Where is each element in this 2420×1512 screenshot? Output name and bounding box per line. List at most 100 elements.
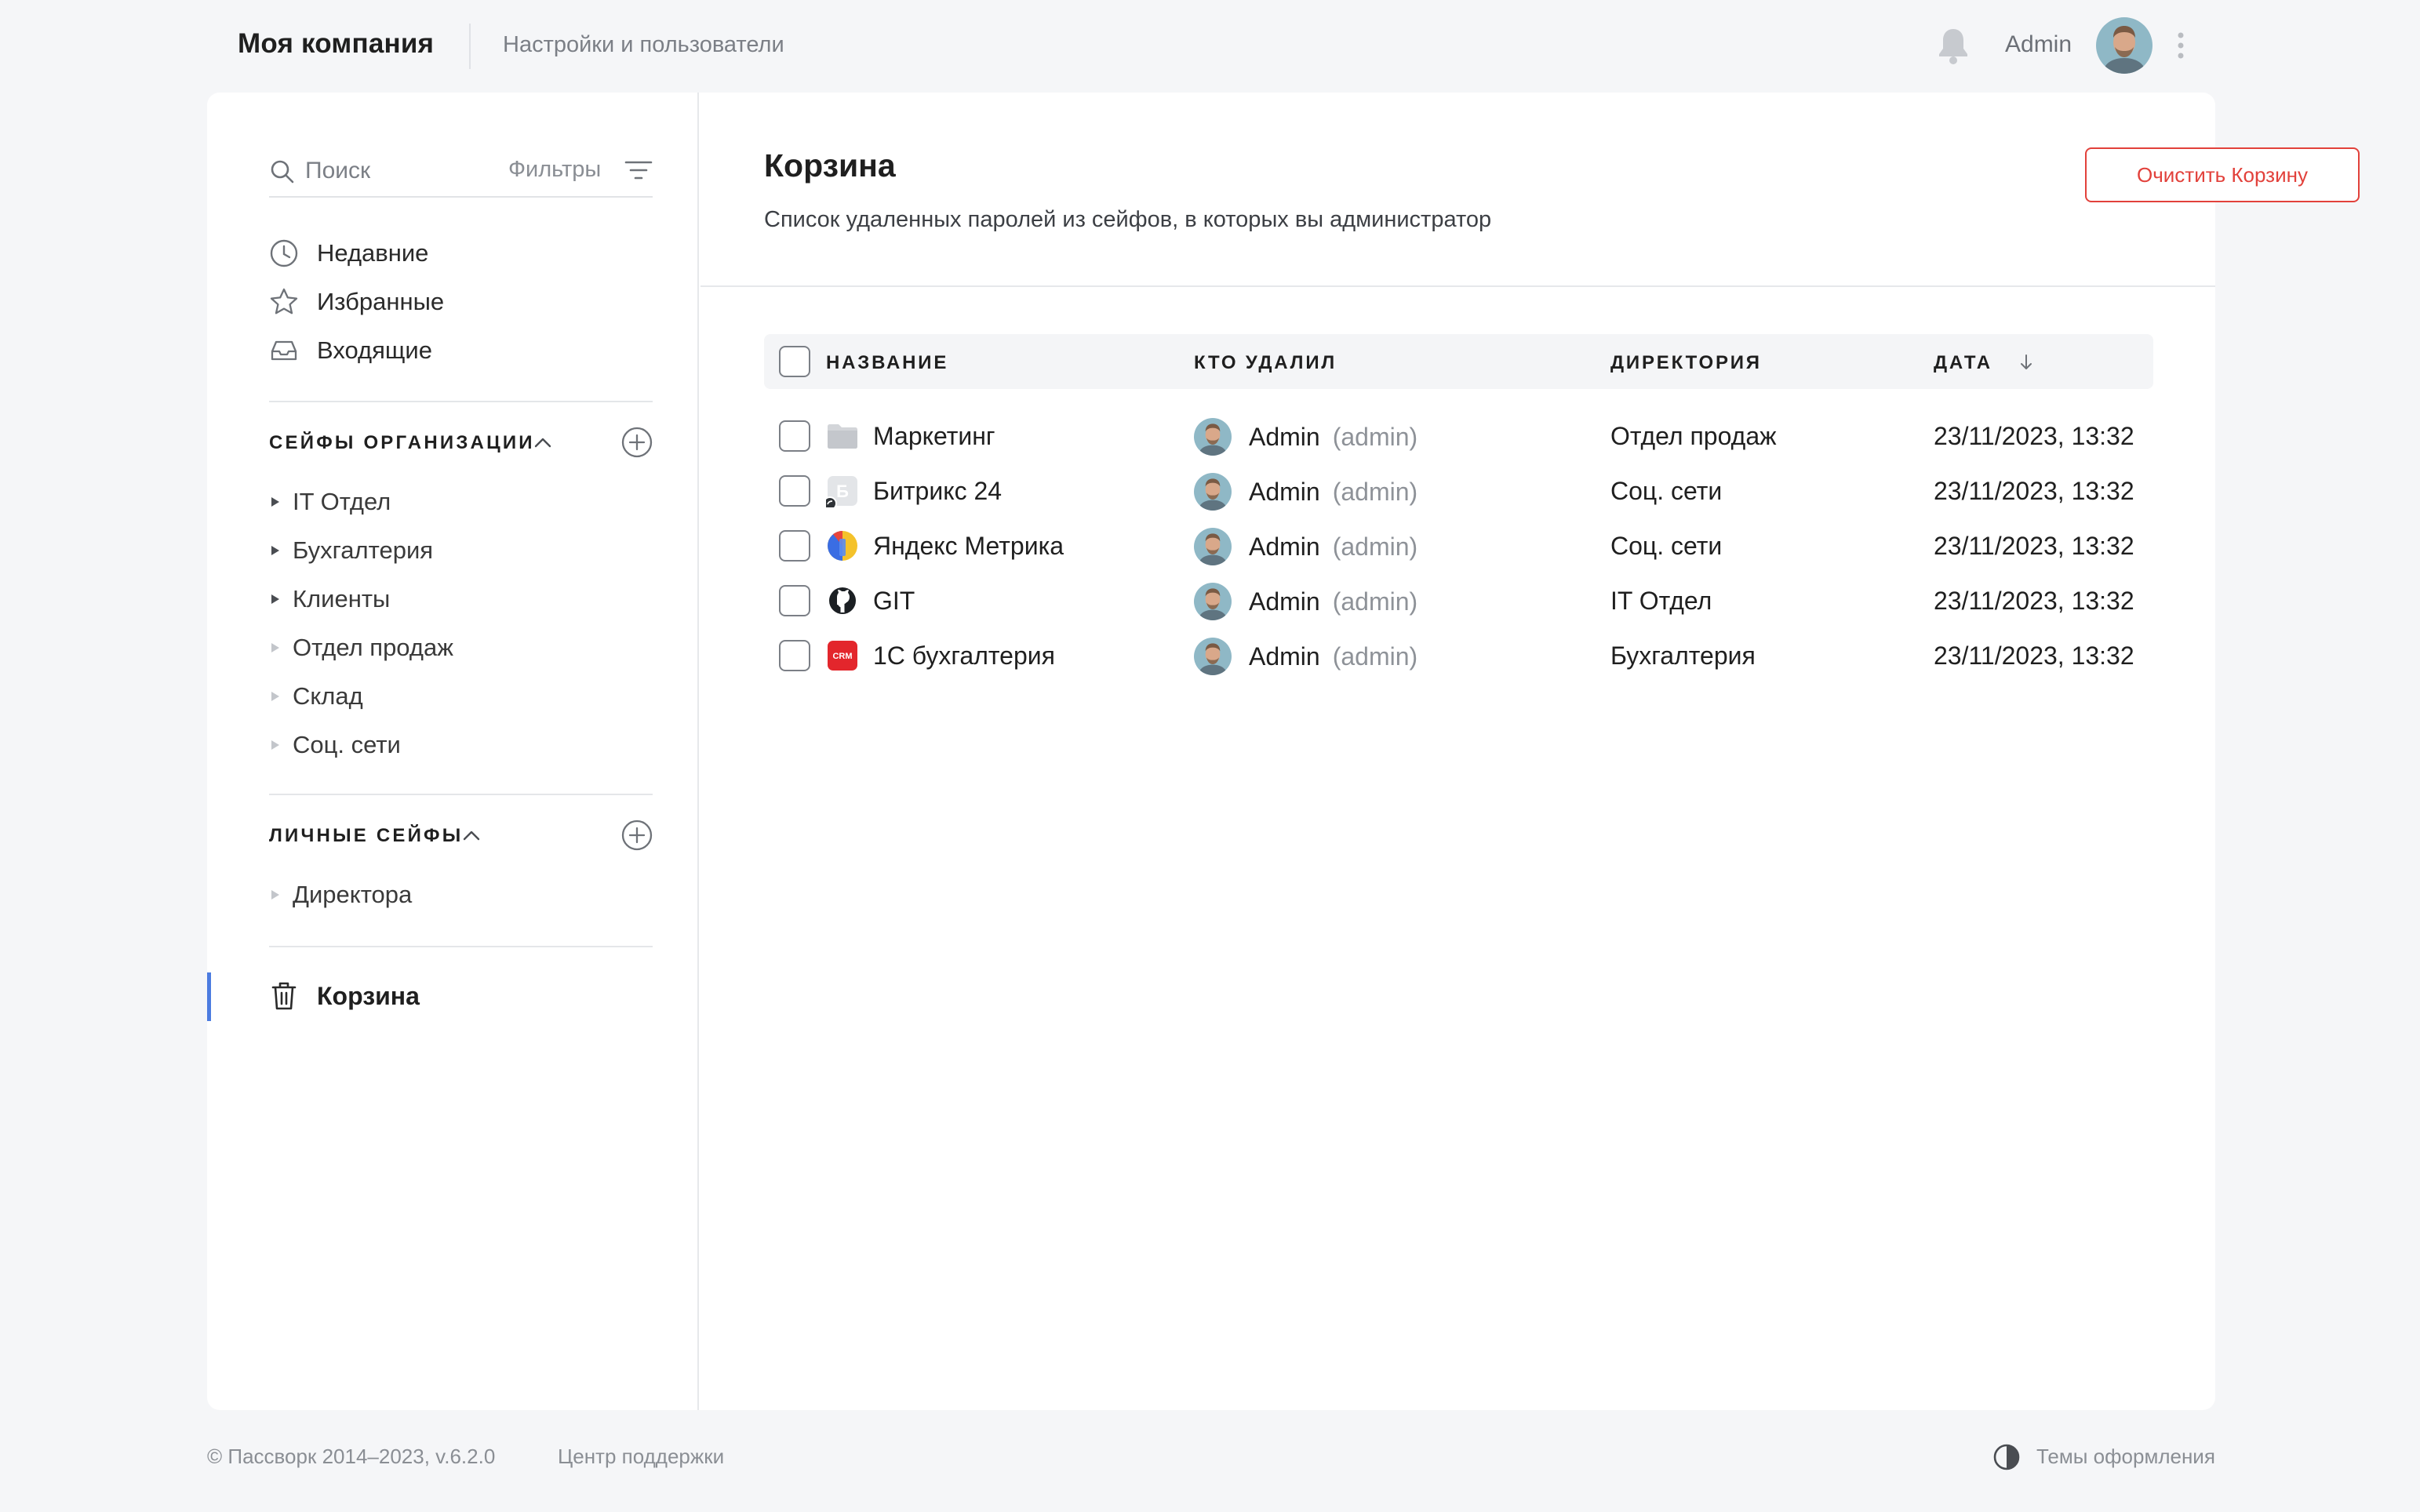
cell-deleted-by: Admin (admin) xyxy=(1194,638,1418,675)
user-login: (admin) xyxy=(1332,532,1418,561)
sidebar-item-trash[interactable]: Корзина xyxy=(269,974,420,1018)
expand-arrow-icon[interactable] xyxy=(269,495,282,509)
filter-icon[interactable] xyxy=(624,158,653,182)
content-divider xyxy=(701,285,2215,287)
expand-arrow-icon[interactable] xyxy=(269,592,282,606)
row-checkbox[interactable] xyxy=(779,530,810,562)
avatar xyxy=(1194,583,1232,620)
themes-link[interactable]: Темы оформления xyxy=(2036,1445,2215,1469)
table-row[interactable]: GIT Admin (admin) IT Отдел 23/11/2023, 1… xyxy=(764,573,2153,628)
sidebar-divider xyxy=(269,794,653,795)
cell-deleted-by: Admin (admin) xyxy=(1194,418,1418,456)
sidebar-item-inbox[interactable]: Входящие xyxy=(269,329,432,372)
cell-deleted-by: Admin (admin) xyxy=(1194,473,1417,511)
cell-name: CRM 1С бухгалтерия xyxy=(826,639,1055,672)
table-row[interactable]: CRM 1С бухгалтерия Admin (admin) Бухгалт… xyxy=(764,628,2153,683)
cell-date: 23/11/2023, 13:32 xyxy=(1934,532,2134,560)
user-login: (admin) xyxy=(1332,422,1418,451)
avatar[interactable] xyxy=(2096,17,2153,74)
add-personal-vault-icon[interactable] xyxy=(620,819,653,852)
search-bar: Фильтры xyxy=(269,151,653,198)
trash-icon xyxy=(269,980,299,1012)
expand-arrow-icon xyxy=(269,689,282,703)
cell-deleted-by: Admin (admin) xyxy=(1194,528,1418,565)
item-name: Битрикс 24 xyxy=(873,476,1003,505)
sidebar-item-warehouse[interactable]: Склад xyxy=(269,678,363,714)
row-checkbox[interactable] xyxy=(779,475,810,507)
user-name: Admin xyxy=(1249,422,1320,451)
org-vaults-title[interactable]: СЕЙФЫ ОРГАНИЗАЦИИ xyxy=(269,432,535,454)
cell-name: Яндекс Метрика xyxy=(826,529,1064,562)
table-row[interactable]: Яндекс Метрика Admin (admin) Соц. сети 2… xyxy=(764,518,2153,573)
table-row[interactable]: Маркетинг Admin (admin) Отдел продаж 23/… xyxy=(764,409,2153,463)
sidebar-item-label: Склад xyxy=(293,682,363,710)
sidebar-item-favorites[interactable]: Избранные xyxy=(269,281,444,323)
row-checkbox[interactable] xyxy=(779,585,810,616)
sidebar-item-directors[interactable]: Директора xyxy=(269,877,412,913)
support-link[interactable]: Центр поддержки xyxy=(558,1445,724,1469)
cell-directory: Бухгалтерия xyxy=(1610,642,1756,670)
row-checkbox[interactable] xyxy=(779,640,810,671)
select-all-checkbox[interactable] xyxy=(779,346,810,377)
cell-name: Б Битрикс 24 xyxy=(826,474,1002,507)
cell-deleted-by: Admin (admin) xyxy=(1194,583,1417,620)
sidebar-item-label: Директора xyxy=(293,881,413,908)
item-name: Яндекс Метрика xyxy=(873,531,1064,560)
yandex-metrika-icon xyxy=(826,529,859,562)
sidebar-item-label: Недавние xyxy=(317,239,429,267)
sidebar-item-it-dept[interactable]: IT Отдел xyxy=(269,484,391,520)
sort-down-icon[interactable] xyxy=(2019,353,2033,372)
chevron-up-icon[interactable] xyxy=(460,827,482,843)
user-login: (admin) xyxy=(1332,642,1418,671)
sidebar-item-recent[interactable]: Недавние xyxy=(269,232,428,274)
user-login: (admin) xyxy=(1332,587,1418,616)
sidebar-divider xyxy=(269,946,653,947)
header-user-name[interactable]: Admin xyxy=(2005,31,2072,58)
add-org-vault-icon[interactable] xyxy=(620,426,653,459)
column-header-date[interactable]: ДАТА xyxy=(1934,352,1992,374)
search-input[interactable] xyxy=(305,155,501,187)
bell-icon[interactable] xyxy=(1935,26,1971,65)
company-name[interactable]: Моя компания xyxy=(238,28,434,60)
more-menu-icon[interactable] xyxy=(2170,28,2192,63)
user-name: Admin xyxy=(1249,532,1320,561)
row-checkbox[interactable] xyxy=(779,420,810,452)
table-row[interactable]: Б Битрикс 24 Admin (admin) Соц. сети 23/… xyxy=(764,463,2153,518)
bitrix-icon: Б xyxy=(826,474,859,507)
cell-name: GIT xyxy=(826,584,915,617)
folder-icon xyxy=(826,420,859,453)
sidebar-item-label: Клиенты xyxy=(293,585,391,612)
svg-text:Б: Б xyxy=(836,482,849,501)
search-icon xyxy=(269,158,296,185)
avatar xyxy=(1194,528,1232,565)
item-name: GIT xyxy=(873,586,915,615)
top-bar: Моя компания Настройки и пользователи Ad… xyxy=(0,0,2420,93)
inbox-icon xyxy=(269,336,299,365)
cell-directory: Соц. сети xyxy=(1610,532,1723,560)
expand-arrow-icon xyxy=(269,738,282,752)
user-name: Admin xyxy=(1249,642,1320,671)
filters-button[interactable]: Фильтры xyxy=(508,157,601,183)
cell-date: 23/11/2023, 13:32 xyxy=(1934,642,2134,670)
clock-icon xyxy=(269,238,299,268)
sidebar-item-label: Соц. сети xyxy=(293,731,401,758)
item-name: 1С бухгалтерия xyxy=(873,641,1055,670)
sidebar-item-clients[interactable]: Клиенты xyxy=(269,581,390,617)
sidebar-item-label: Избранные xyxy=(317,288,445,315)
chevron-up-icon[interactable] xyxy=(532,434,554,450)
personal-vaults-title[interactable]: ЛИЧНЫЕ СЕЙФЫ xyxy=(269,825,463,847)
expand-arrow-icon[interactable] xyxy=(269,543,282,558)
item-name: Маркетинг xyxy=(873,421,995,450)
content-area: Корзина Список удаленных паролей из сейф… xyxy=(701,93,2360,1410)
star-icon xyxy=(269,287,299,317)
column-header-directory[interactable]: ДИРЕКТОРИЯ xyxy=(1610,352,1762,374)
column-header-deleted-by[interactable]: КТО УДАЛИЛ xyxy=(1194,352,1337,374)
sidebar-item-sales[interactable]: Отдел продаж xyxy=(269,630,453,666)
header-divider xyxy=(469,24,471,69)
sidebar-item-accounting[interactable]: Бухгалтерия xyxy=(269,532,433,569)
main-card: Фильтры Недавние xyxy=(207,93,2360,1410)
theme-contrast-icon[interactable] xyxy=(1992,1442,2022,1472)
column-header-name[interactable]: НАЗВАНИЕ xyxy=(826,352,948,374)
sidebar-item-social[interactable]: Соц. сети xyxy=(269,727,401,763)
clear-trash-button[interactable]: Очистить Корзину xyxy=(2085,147,2360,202)
